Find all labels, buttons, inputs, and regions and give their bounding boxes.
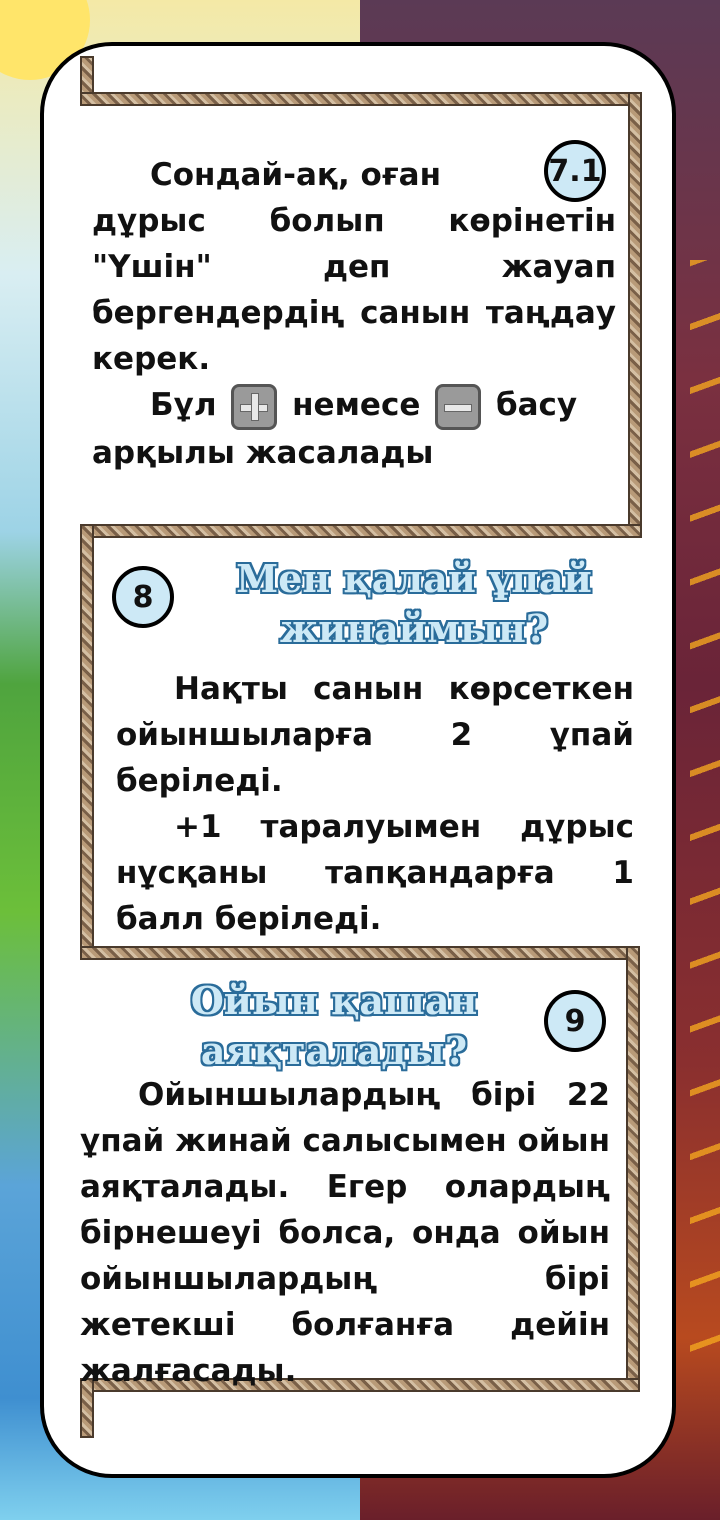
section2-text: Нақты санын көрсеткен ойыншыларға 2 ұпай… (116, 666, 634, 942)
section3-text: Ойыншылардың бірі 22 ұпай жинай салысыме… (80, 1072, 610, 1394)
rope-frame (80, 524, 94, 960)
rope-frame (80, 524, 642, 538)
step-badge: 9 (544, 990, 606, 1052)
section1-line-pre: Бұл (150, 387, 217, 423)
section3-para: Ойыншылардың бірі 22 ұпай жинай салысыме… (80, 1077, 610, 1389)
rope-frame (628, 92, 642, 538)
section2-heading: Мен қалай ұпай жинаймын? (236, 556, 592, 651)
lava-streaks (690, 260, 720, 1360)
section1-line1: Сондай-ақ, оған (150, 157, 442, 193)
section2-para2: +1 таралуымен дұрыс нұсқаны тапқандарға … (116, 809, 634, 937)
section3-heading: Ойын қашан аяқталады? (190, 978, 478, 1073)
minus-button-icon (435, 383, 482, 430)
section1-rest: дұрыс болып көрінетін "Үшін" деп жауап б… (92, 203, 616, 377)
rules-card: 7.1 Сондай-ақ, оған дұрыс болып көрінеті… (40, 42, 676, 1478)
step-badge: 8 (112, 566, 174, 628)
section2-para1: Нақты санын көрсеткен ойыншыларға 2 ұпай… (116, 671, 634, 799)
plus-button-icon (231, 383, 278, 430)
rope-frame (626, 946, 640, 1392)
section1-text: Сондай-ақ, оған дұрыс болып көрінетін "Ү… (92, 152, 616, 476)
section1-line-mid: немесе (292, 387, 421, 423)
rope-frame (80, 92, 642, 106)
rope-frame (80, 946, 640, 960)
